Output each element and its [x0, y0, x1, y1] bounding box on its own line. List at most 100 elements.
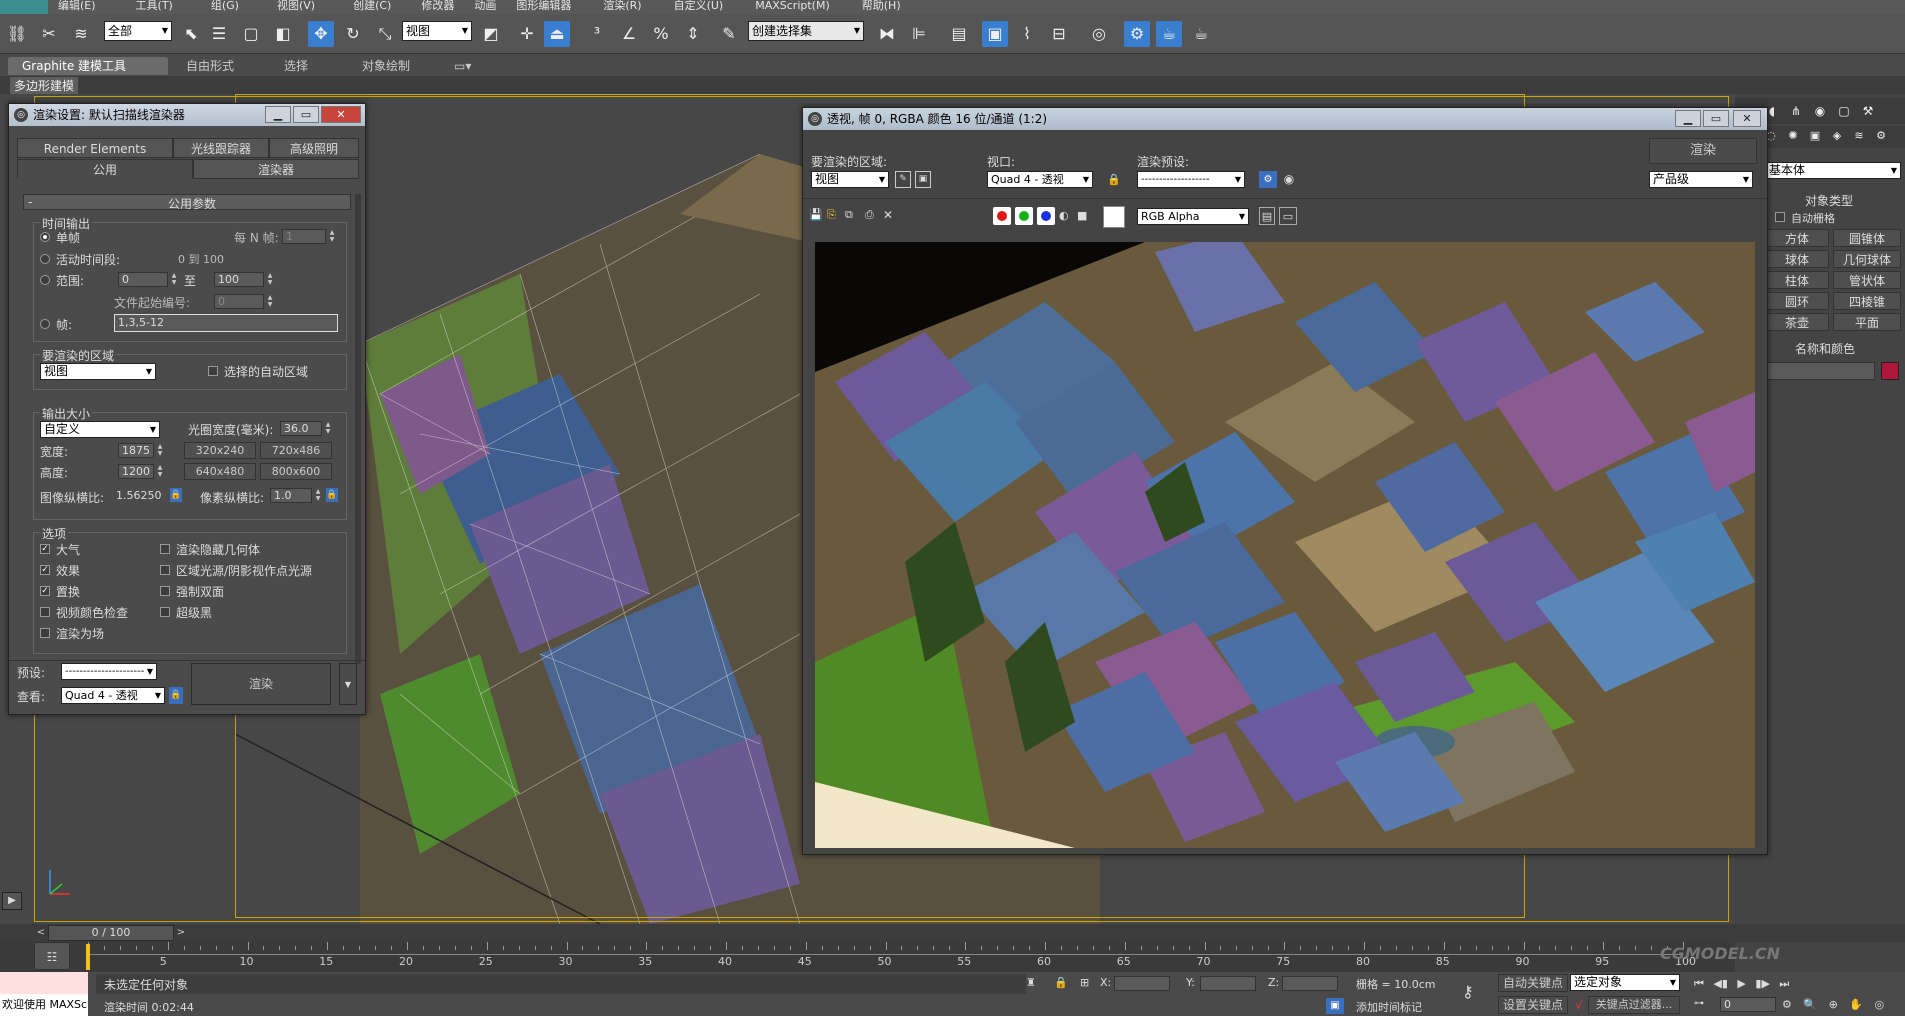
rectangular-selection-icon[interactable]: ▢ [238, 21, 264, 47]
minimize-button[interactable]: ▁ [265, 106, 291, 123]
time-slider-handle[interactable]: 0 / 100 [48, 925, 174, 941]
red-channel-toggle[interactable] [993, 207, 1011, 225]
auto-key-button[interactable]: 自动关键点 [1498, 974, 1568, 992]
app-logo-icon[interactable] [0, 0, 48, 14]
window-crossing-icon[interactable]: ◧ [270, 21, 296, 47]
view-dropdown[interactable]: Quad 4 - 透视 [61, 687, 165, 704]
cylinder-button[interactable]: 柱体 [1765, 271, 1829, 289]
displacement-checkbox[interactable]: ✓ [40, 586, 50, 596]
tab-graphite-modeling[interactable]: Graphite 建模工具 [8, 57, 168, 75]
height-spinner[interactable]: ▲ ▼ [156, 464, 164, 479]
edit-named-selection-icon[interactable]: ✎ [716, 21, 742, 47]
pixel-aspect-spinner[interactable]: ▲ ▼ [314, 488, 322, 503]
curve-editor-icon[interactable]: ⌇ [1014, 21, 1040, 47]
scale-icon[interactable]: ⤡ [372, 21, 398, 47]
key-filters-button[interactable]: 关键点过滤器... [1588, 996, 1680, 1014]
print-image-icon[interactable]: ⎙ [865, 208, 879, 222]
tab-advanced-lighting[interactable]: 高级照明 [269, 138, 359, 158]
add-time-tag-text[interactable]: 添加时间标记 [1356, 999, 1422, 1015]
go-to-end-icon[interactable]: ⏭ [1779, 977, 1789, 990]
maxscript-listener-top[interactable] [0, 972, 88, 994]
geosphere-button[interactable]: 几何球体 [1833, 250, 1901, 268]
go-to-start-icon[interactable]: ⏮ [1694, 977, 1704, 990]
auto-region-checkbox[interactable] [208, 366, 218, 376]
snaps-toggle-icon[interactable]: ³ [584, 21, 610, 47]
clone-window-icon[interactable]: ⧉ [845, 208, 861, 222]
height-field[interactable]: 1200 [118, 464, 154, 479]
active-segment-radio[interactable] [40, 254, 50, 264]
pixel-aspect-lock-icon[interactable]: 🔒 [326, 488, 338, 502]
save-image-icon[interactable]: 💾 [809, 208, 823, 222]
z-coordinate-field[interactable] [1282, 976, 1338, 991]
isolate-selection-icon[interactable]: ♜ [1026, 975, 1040, 991]
file-number-field[interactable]: 0 [214, 294, 264, 309]
menu-tools[interactable]: 工具(T) [126, 0, 173, 14]
menu-rendering[interactable]: 渲染(R) [593, 0, 641, 14]
render-options-arrow-icon[interactable]: ▼ [339, 663, 357, 705]
frame-maximize-button[interactable]: ▭ [1703, 110, 1729, 127]
render-preset-dropdown[interactable]: ---------------------- [61, 663, 157, 680]
select-by-name-icon[interactable]: ☰ [206, 21, 232, 47]
orbit-icon[interactable]: ◎ [1875, 998, 1885, 1011]
pivot-center-icon[interactable]: ◩ [478, 21, 504, 47]
range-to-field[interactable]: 100 [214, 272, 264, 287]
name-color-header[interactable]: 名称和颜色 [1795, 340, 1855, 357]
alpha-channel-icon[interactable]: ◐ [1059, 208, 1073, 224]
object-category-dropdown[interactable]: 基本体 [1765, 162, 1901, 179]
object-color-swatch[interactable] [1881, 362, 1899, 380]
systems-icon[interactable]: ⚙ [1871, 126, 1891, 146]
maximize-button[interactable]: ▭ [293, 106, 319, 123]
ribbon-options-icon[interactable]: ▭▾ [448, 57, 477, 75]
track-bar[interactable]: ☷ 5 10 15 20 25 30 35 40 45 50 55 60 65 70 75 80 85 90 95 1… [0, 942, 1780, 972]
auto-region-icon[interactable]: ▣ [915, 171, 931, 188]
force-2-sided-checkbox[interactable] [160, 586, 170, 596]
y-coordinate-field[interactable] [1200, 976, 1256, 991]
video-color-check-checkbox[interactable] [40, 607, 50, 617]
named-selection-dropdown[interactable]: 创建选择集 [748, 21, 864, 41]
zoom-icon[interactable]: 🔍 [1803, 998, 1817, 1011]
helpers-icon[interactable]: ◈ [1827, 126, 1847, 146]
frame-render-button[interactable]: 渲染 [1649, 138, 1757, 164]
frame-viewport-dropdown[interactable]: Quad 4 - 透视 [987, 171, 1093, 188]
zoom-all-icon[interactable]: ⊕ [1829, 998, 1838, 1011]
tab-renderer[interactable]: 渲染器 [193, 159, 359, 179]
angle-snap-icon[interactable]: ∠ [616, 21, 642, 47]
selected-object-dropdown[interactable]: 选定对象 [1570, 974, 1680, 991]
unlink-icon[interactable]: ✂ [36, 21, 62, 47]
display-tab-icon[interactable]: ▢ [1833, 100, 1855, 122]
key-filter-icon[interactable]: √ [1570, 996, 1588, 1014]
menu-graph-editors[interactable]: 图形编辑器 [506, 0, 571, 14]
render-to-fields-checkbox[interactable] [40, 628, 50, 638]
time-prev-icon[interactable]: < [34, 925, 48, 941]
atmospherics-checkbox[interactable]: ✓ [40, 544, 50, 554]
menu-help[interactable]: 帮助(H) [852, 0, 901, 14]
render-setup-titlebar[interactable]: ◎ 渲染设置: 默认扫描线渲染器 ▁ ▭ ✕ [9, 104, 365, 126]
monochrome-icon[interactable]: ■ [1077, 208, 1091, 224]
single-frame-radio[interactable] [40, 232, 50, 242]
bind-space-warp-icon[interactable]: ≋ [68, 21, 94, 47]
tab-raytracer[interactable]: 光线跟踪器 [173, 138, 269, 158]
move-icon[interactable]: ✥ [308, 21, 334, 47]
dialog-scrollbar[interactable] [355, 194, 361, 664]
motion-tab-icon[interactable]: ◉ [1809, 100, 1831, 122]
time-next-icon[interactable]: > [174, 925, 188, 941]
width-spinner[interactable]: ▲ ▼ [156, 443, 164, 458]
keyboard-shortcut-override-icon[interactable]: ⏏ [544, 21, 570, 47]
object-name-field[interactable] [1765, 362, 1875, 380]
material-editor-icon[interactable]: ◎ [1086, 21, 1112, 47]
mirror-icon[interactable]: ⧓ [874, 21, 900, 47]
copy-image-icon[interactable]: ⎘ [827, 208, 841, 222]
menu-animation[interactable]: 动画 [464, 0, 496, 14]
tab-render-elements[interactable]: Render Elements [17, 138, 173, 158]
current-frame-field[interactable]: 0 [1720, 997, 1776, 1012]
maxscript-listener[interactable]: 欢迎使用 MAXSc [0, 994, 88, 1016]
render-button[interactable]: 渲染 [191, 663, 331, 705]
autogrid-checkbox[interactable] [1775, 212, 1785, 222]
rotate-icon[interactable]: ↻ [340, 21, 366, 47]
toggle-ui-icon[interactable]: ▭ [1279, 207, 1297, 225]
cone-button[interactable]: 圆锥体 [1833, 229, 1901, 247]
select-object-icon[interactable]: ⬉ [178, 21, 204, 47]
frame-minimize-button[interactable]: ▁ [1675, 110, 1701, 127]
range-to-spinner[interactable]: ▲ ▼ [266, 272, 274, 287]
pixel-aspect-field[interactable]: 1.0 [270, 488, 312, 503]
